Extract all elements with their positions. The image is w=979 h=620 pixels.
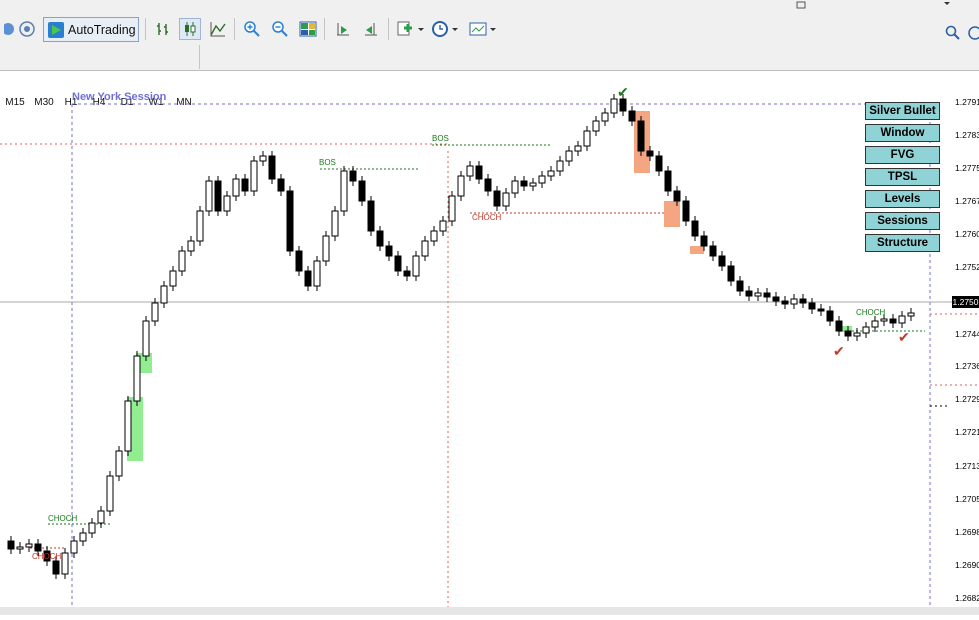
chart-shift-icon[interactable] [360, 18, 382, 40]
add-indicator-icon[interactable] [395, 18, 425, 40]
price-tick: 1.2760 [955, 229, 979, 239]
fvg-button[interactable]: FVG [865, 146, 940, 164]
autoscroll-icon[interactable] [332, 18, 354, 40]
bar-chart-icon[interactable] [152, 18, 174, 40]
search-icon[interactable] [942, 22, 964, 44]
price-tick: 1.2775 [955, 163, 979, 173]
price-tick: 1.2690 [955, 560, 979, 570]
zoom-out-icon[interactable] [269, 18, 291, 40]
current-price-label: 1.2750 [952, 296, 979, 308]
session-label: New York Session [72, 91, 167, 103]
window-top-edge [0, 0, 979, 12]
sessions-button[interactable]: Sessions [865, 212, 940, 230]
price-tick: 1.2783 [955, 130, 979, 140]
price-tick: 1.2744 [955, 329, 979, 339]
toolbar-separator [388, 18, 389, 40]
price-chart[interactable]: New York Session BOS BOS CHOCH CHOCH CHO… [0, 71, 979, 615]
choch-label: CHOCH [32, 552, 62, 561]
autotrading-icon [48, 21, 64, 38]
price-tick: 1.2698 [955, 527, 979, 537]
templates-icon[interactable] [468, 18, 498, 40]
structure-button[interactable]: Structure [865, 234, 940, 252]
main-toolbar: AutoTrading [0, 0, 979, 45]
timeframe-bar: M15 M30 H1 H4 D1 W1 MN [0, 44, 979, 108]
toolbar-separator [199, 45, 200, 69]
tile-windows-icon[interactable] [297, 18, 319, 40]
silver-bullet-button[interactable]: Silver Bullet [865, 102, 940, 120]
tpsl-button[interactable]: TPSL [865, 168, 940, 186]
check-icon: ✔ [617, 84, 629, 100]
price-tick: 1.2752 [955, 262, 979, 272]
choch-label: CHOCH [48, 514, 78, 523]
choch-label: CHOCH [856, 308, 886, 317]
autotrading-button[interactable]: AutoTrading [43, 17, 139, 42]
choch-label: CHOCH [472, 213, 502, 222]
bos-label: BOS [432, 134, 449, 143]
price-tick: 1.2791 [955, 97, 979, 107]
horizontal-scrollbar[interactable] [0, 607, 979, 615]
zoom-in-icon[interactable] [241, 18, 263, 40]
toolbar-separator [324, 18, 325, 40]
price-tick: 1.2713 [955, 461, 979, 471]
price-tick: 1.2721 [955, 427, 979, 437]
toolbar-separator [234, 18, 235, 40]
chat-bubble-icon[interactable] [966, 22, 979, 44]
toolbar-separator [145, 18, 146, 40]
price-tick: 1.2729 [955, 394, 979, 404]
autotrading-label: AutoTrading [68, 22, 136, 37]
check-icon: ✔ [898, 329, 910, 345]
check-icon: ✔ [833, 343, 845, 359]
price-tick: 1.2705 [955, 494, 979, 504]
price-tick: 1.2767 [955, 196, 979, 206]
period-clock-icon[interactable] [430, 18, 460, 40]
line-chart-icon[interactable] [207, 18, 229, 40]
candlestick-icon[interactable] [179, 18, 201, 40]
bos-label: BOS [319, 158, 336, 167]
window-button[interactable]: Window [865, 124, 940, 142]
levels-button[interactable]: Levels [865, 190, 940, 208]
price-tick: 1.2682 [955, 593, 979, 603]
signal-icon[interactable] [16, 18, 38, 40]
candles-group [7, 94, 915, 579]
price-tick: 1.2736 [955, 361, 979, 371]
